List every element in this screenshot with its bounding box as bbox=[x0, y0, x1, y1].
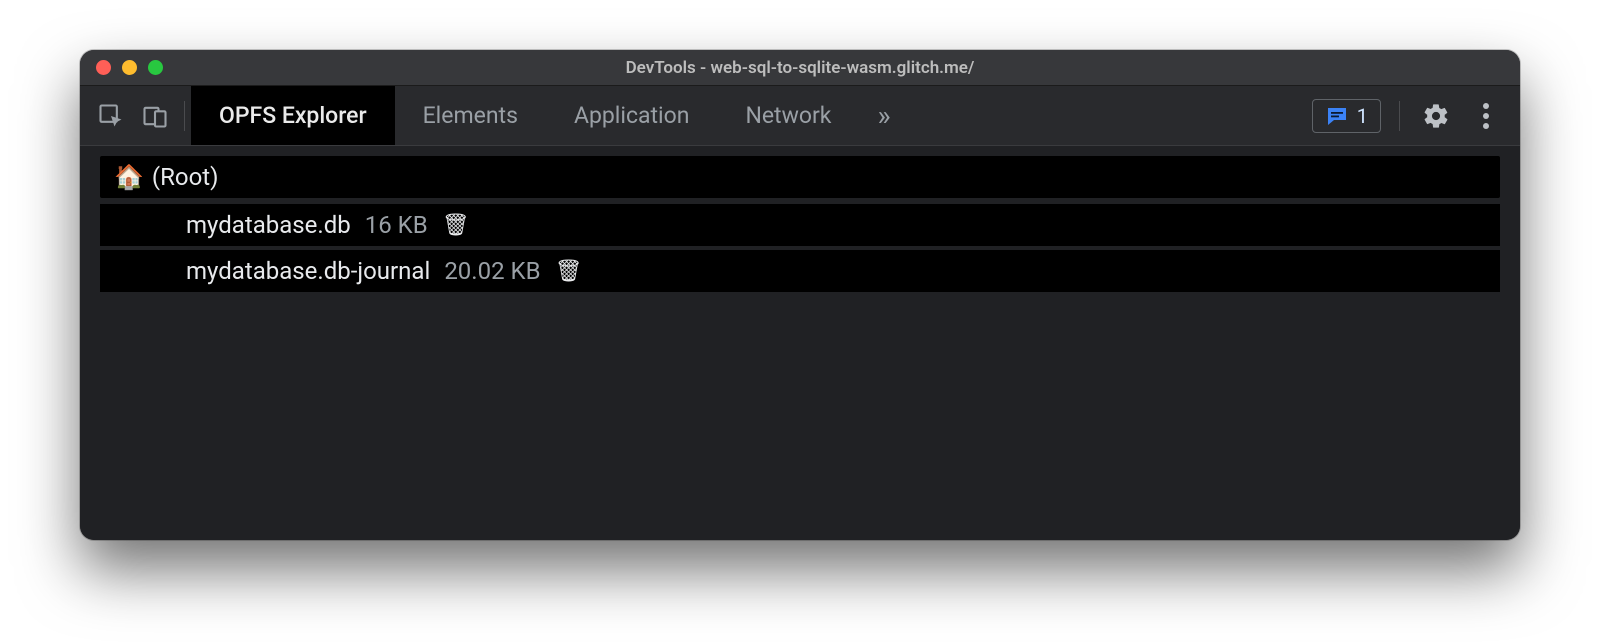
trash-icon[interactable]: 🗑 bbox=[555, 259, 583, 284]
tab-label: Elements bbox=[423, 102, 518, 129]
file-name: mydatabase.db bbox=[186, 211, 351, 239]
chevron-right-icon: » bbox=[877, 99, 890, 132]
tab-opfs-explorer[interactable]: OPFS Explorer bbox=[191, 86, 395, 145]
tab-label: Network bbox=[745, 102, 831, 129]
root-label: (Root) bbox=[152, 163, 219, 191]
file-row[interactable]: mydatabase.db-journal 20.02 KB 🗑 bbox=[100, 250, 1500, 292]
minimize-window-button[interactable] bbox=[122, 60, 137, 75]
file-tree: 🏠 (Root) mydatabase.db 16 KB 🗑 mydatabas… bbox=[80, 156, 1520, 292]
gear-icon bbox=[1422, 102, 1450, 130]
close-window-button[interactable] bbox=[96, 60, 111, 75]
toolbar-separator bbox=[1399, 101, 1400, 131]
tab-label: OPFS Explorer bbox=[219, 102, 367, 129]
issues-count: 1 bbox=[1357, 104, 1368, 128]
tab-application[interactable]: Application bbox=[546, 86, 718, 145]
inspect-element-icon[interactable] bbox=[94, 99, 128, 133]
file-row[interactable]: mydatabase.db 16 KB 🗑 bbox=[100, 204, 1500, 246]
devtools-toolbar: OPFS Explorer Elements Application Netwo… bbox=[80, 86, 1520, 146]
chat-icon bbox=[1325, 104, 1349, 128]
window-title: DevTools - web-sql-to-sqlite-wasm.glitch… bbox=[80, 58, 1520, 78]
window-titlebar: DevTools - web-sql-to-sqlite-wasm.glitch… bbox=[80, 50, 1520, 86]
tab-label: Application bbox=[574, 102, 690, 129]
traffic-lights bbox=[80, 60, 163, 75]
settings-button[interactable] bbox=[1418, 98, 1454, 134]
devtools-tabs: OPFS Explorer Elements Application Netwo… bbox=[191, 86, 909, 145]
more-tabs-button[interactable]: » bbox=[859, 86, 908, 145]
file-size: 16 KB bbox=[365, 211, 428, 239]
toolbar-left-icons bbox=[86, 99, 182, 133]
toolbar-separator bbox=[184, 101, 185, 131]
devtools-window: DevTools - web-sql-to-sqlite-wasm.glitch… bbox=[80, 50, 1520, 540]
opfs-explorer-panel: 🏠 (Root) mydatabase.db 16 KB 🗑 mydatabas… bbox=[80, 146, 1520, 540]
tab-elements[interactable]: Elements bbox=[395, 86, 546, 145]
device-toolbar-icon[interactable] bbox=[138, 99, 172, 133]
issues-badge[interactable]: 1 bbox=[1312, 99, 1381, 133]
kebab-icon bbox=[1483, 103, 1489, 129]
trash-icon[interactable]: 🗑 bbox=[442, 213, 470, 238]
file-name: mydatabase.db-journal bbox=[186, 257, 430, 285]
maximize-window-button[interactable] bbox=[148, 60, 163, 75]
tree-root-row[interactable]: 🏠 (Root) bbox=[100, 156, 1500, 198]
home-icon: 🏠 bbox=[114, 165, 144, 189]
more-options-button[interactable] bbox=[1468, 98, 1504, 134]
tab-network[interactable]: Network bbox=[717, 86, 859, 145]
toolbar-right: 1 bbox=[1312, 98, 1514, 134]
file-size: 20.02 KB bbox=[444, 257, 540, 285]
